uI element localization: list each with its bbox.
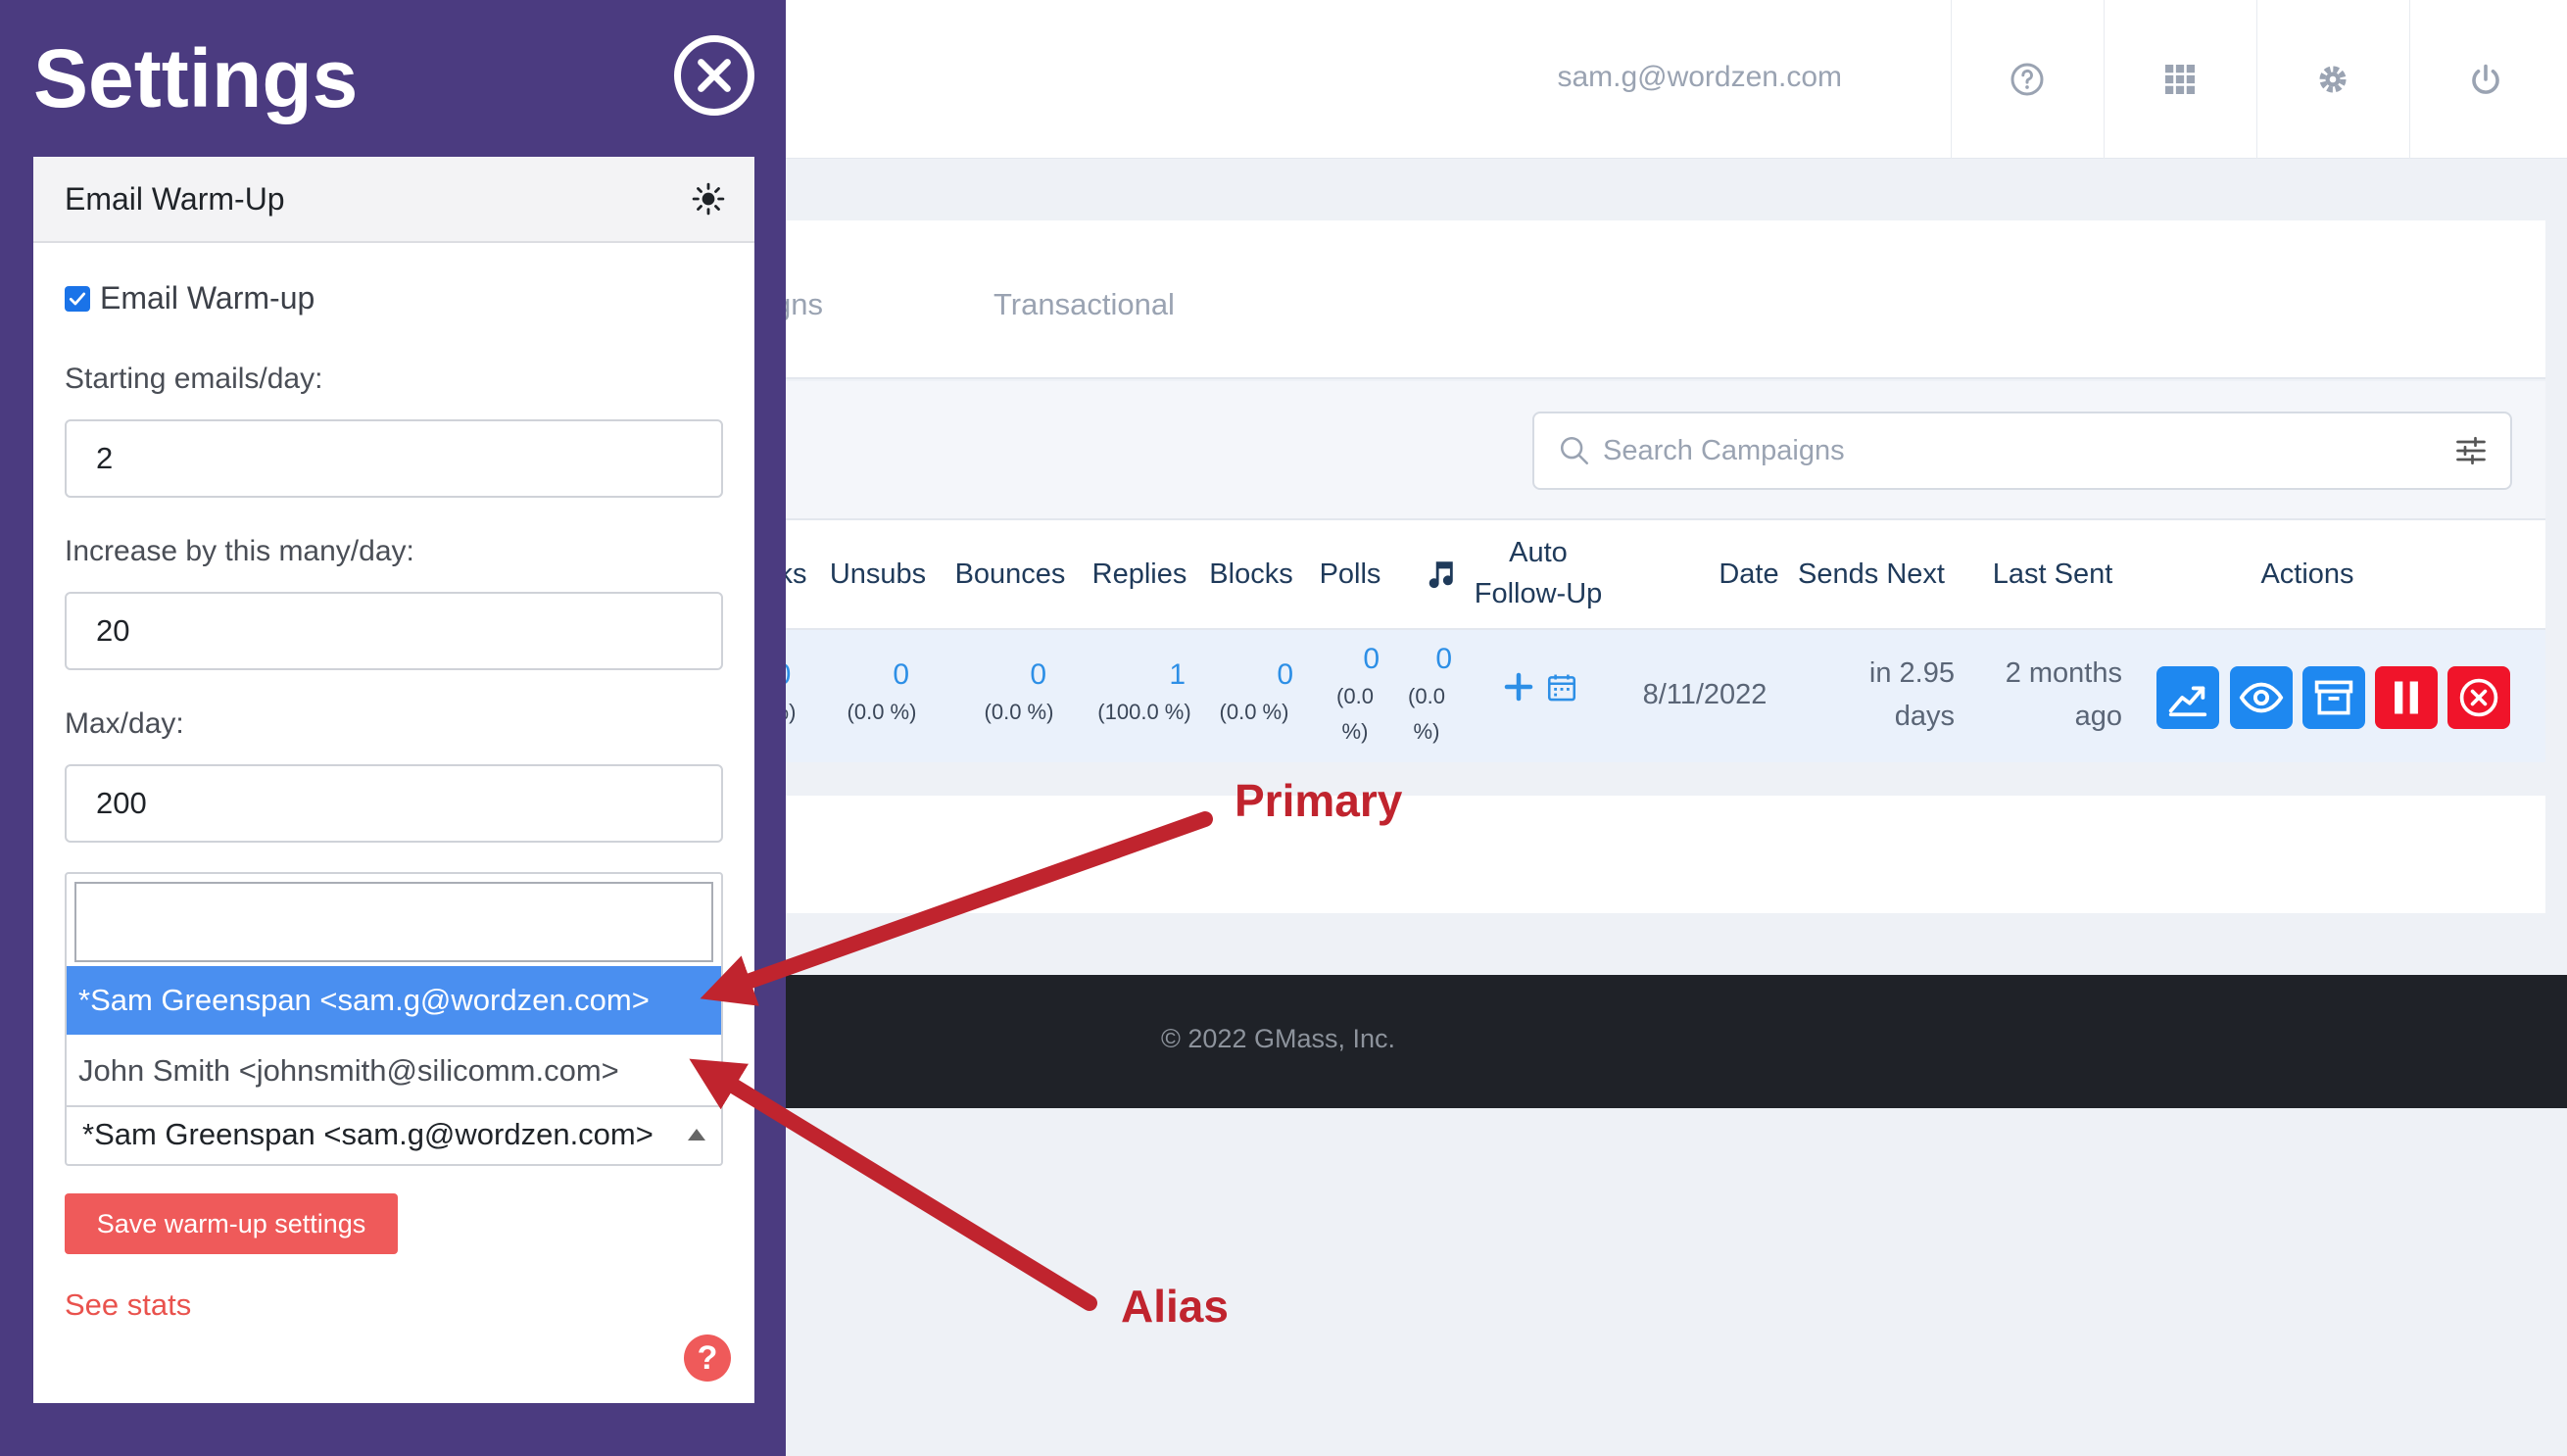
option-alias[interactable]: John Smith <johnsmith@silicomm.com> bbox=[67, 1037, 721, 1105]
starting-emails-label: Starting emails/day: bbox=[65, 363, 323, 395]
music-note-icon[interactable] bbox=[1421, 558, 1460, 603]
search-area bbox=[774, 381, 2545, 520]
col-auto-follow-up[interactable]: Auto Follow-Up bbox=[1465, 532, 1612, 614]
close-settings-button[interactable] bbox=[674, 35, 754, 116]
col-unsubs[interactable]: Unsubs bbox=[823, 554, 933, 595]
col-bounces[interactable]: Bounces bbox=[946, 554, 1074, 595]
copyright: © 2022 GMass, Inc. bbox=[1161, 1024, 1395, 1053]
search-campaigns-input[interactable] bbox=[1591, 421, 2442, 480]
replies-cell[interactable]: 1 (100.0 %) bbox=[1086, 655, 1203, 730]
from-address-select[interactable]: *Sam Greenspan <sam.g@wordzen.com> John … bbox=[65, 872, 723, 1166]
pause-button[interactable] bbox=[2375, 666, 2438, 729]
col-polls[interactable]: Polls bbox=[1305, 554, 1395, 595]
col-sends-next[interactable]: Sends Next bbox=[1788, 554, 1955, 595]
sends-next-cell: in 2.95 days bbox=[1868, 657, 1955, 732]
checkmark-icon bbox=[69, 292, 86, 305]
close-icon bbox=[698, 59, 731, 92]
delete-button[interactable] bbox=[2447, 666, 2510, 729]
col-replies[interactable]: Replies bbox=[1081, 554, 1198, 595]
warmup-checkbox[interactable] bbox=[65, 285, 90, 312]
view-button[interactable] bbox=[2230, 666, 2293, 729]
max-per-day-input[interactable]: 200 bbox=[65, 764, 723, 843]
unsubs-cell[interactable]: 0 (0.0 %) bbox=[833, 655, 931, 730]
stats-chart-button[interactable] bbox=[2156, 666, 2219, 729]
trend-up-icon bbox=[2168, 686, 2207, 717]
calendar-icon bbox=[1547, 674, 1576, 702]
option-primary[interactable]: *Sam Greenspan <sam.g@wordzen.com> bbox=[67, 966, 721, 1035]
settings-panel: Settings Email Warm-Up Email Warm-up Sta… bbox=[0, 0, 786, 1456]
gear-icon[interactable] bbox=[2256, 0, 2408, 159]
plus-icon bbox=[1504, 672, 1533, 702]
col-date[interactable]: Date bbox=[1705, 554, 1793, 595]
power-icon[interactable] bbox=[2409, 0, 2561, 159]
x-circle-icon bbox=[2459, 678, 2498, 717]
polls-cell[interactable]: 0 (0.0 %) bbox=[1321, 640, 1389, 750]
help-button[interactable]: ? bbox=[684, 1335, 731, 1382]
last-sent-cell: 2 months ago bbox=[2005, 657, 2122, 732]
increase-label: Increase by this many/day: bbox=[65, 535, 414, 567]
footer: © 2022 GMass, Inc. bbox=[774, 975, 2567, 1108]
archive-button[interactable] bbox=[2302, 666, 2365, 729]
section-title: Email Warm-Up bbox=[65, 180, 285, 217]
col-blocks[interactable]: Blocks bbox=[1197, 554, 1305, 595]
date-cell: 8/11/2022 bbox=[1642, 679, 1768, 710]
max-per-day-label: Max/day: bbox=[65, 707, 184, 740]
warmup-card-header[interactable]: Email Warm-Up bbox=[33, 157, 754, 243]
tab-transactional[interactable]: Transactional bbox=[993, 287, 1175, 322]
eye-icon bbox=[2239, 682, 2284, 713]
col-last-sent[interactable]: Last Sent bbox=[1979, 554, 2126, 595]
schedule-follow-up-button[interactable] bbox=[1544, 671, 1579, 709]
add-follow-up-button[interactable] bbox=[1501, 671, 1536, 707]
caret-up-icon bbox=[688, 1129, 705, 1141]
settings-title: Settings bbox=[33, 32, 359, 124]
pause-icon bbox=[2395, 681, 2418, 714]
save-warmup-button[interactable]: Save warm-up settings bbox=[65, 1193, 398, 1254]
warmup-card: Email Warm-Up Email Warm-up Starting ema… bbox=[33, 157, 754, 1403]
sun-icon bbox=[692, 182, 725, 216]
archive-icon bbox=[2314, 680, 2353, 715]
music-cell[interactable]: 0 (0.0 %) bbox=[1397, 640, 1456, 750]
apps-grid-icon[interactable] bbox=[2104, 0, 2255, 159]
col-actions: Actions bbox=[2260, 558, 2354, 590]
table-empty-row bbox=[774, 796, 2545, 913]
select-current-value[interactable]: *Sam Greenspan <sam.g@wordzen.com> bbox=[67, 1105, 721, 1164]
campaign-tabs: gns Transactional bbox=[774, 220, 2545, 379]
filter-sliders-icon[interactable] bbox=[2442, 421, 2500, 480]
starting-emails-input[interactable]: 2 bbox=[65, 419, 723, 498]
blocks-cell[interactable]: 0 (0.0 %) bbox=[1205, 655, 1303, 730]
increase-input[interactable]: 20 bbox=[65, 592, 723, 670]
warmup-checkbox-row[interactable]: Email Warm-up bbox=[65, 280, 315, 316]
see-stats-link[interactable]: See stats bbox=[65, 1287, 191, 1323]
user-email[interactable]: sam.g@wordzen.com bbox=[1557, 61, 1842, 94]
search-box bbox=[1532, 412, 2512, 490]
campaign-table-header: cks Unsubs Bounces Replies Blocks Polls … bbox=[764, 520, 2545, 630]
help-icon[interactable] bbox=[1951, 0, 2103, 159]
select-search-input[interactable] bbox=[74, 882, 713, 962]
warmup-checkbox-label: Email Warm-up bbox=[100, 280, 315, 315]
search-icon bbox=[1560, 436, 1589, 465]
bounces-cell[interactable]: 0 (0.0 %) bbox=[970, 655, 1068, 730]
